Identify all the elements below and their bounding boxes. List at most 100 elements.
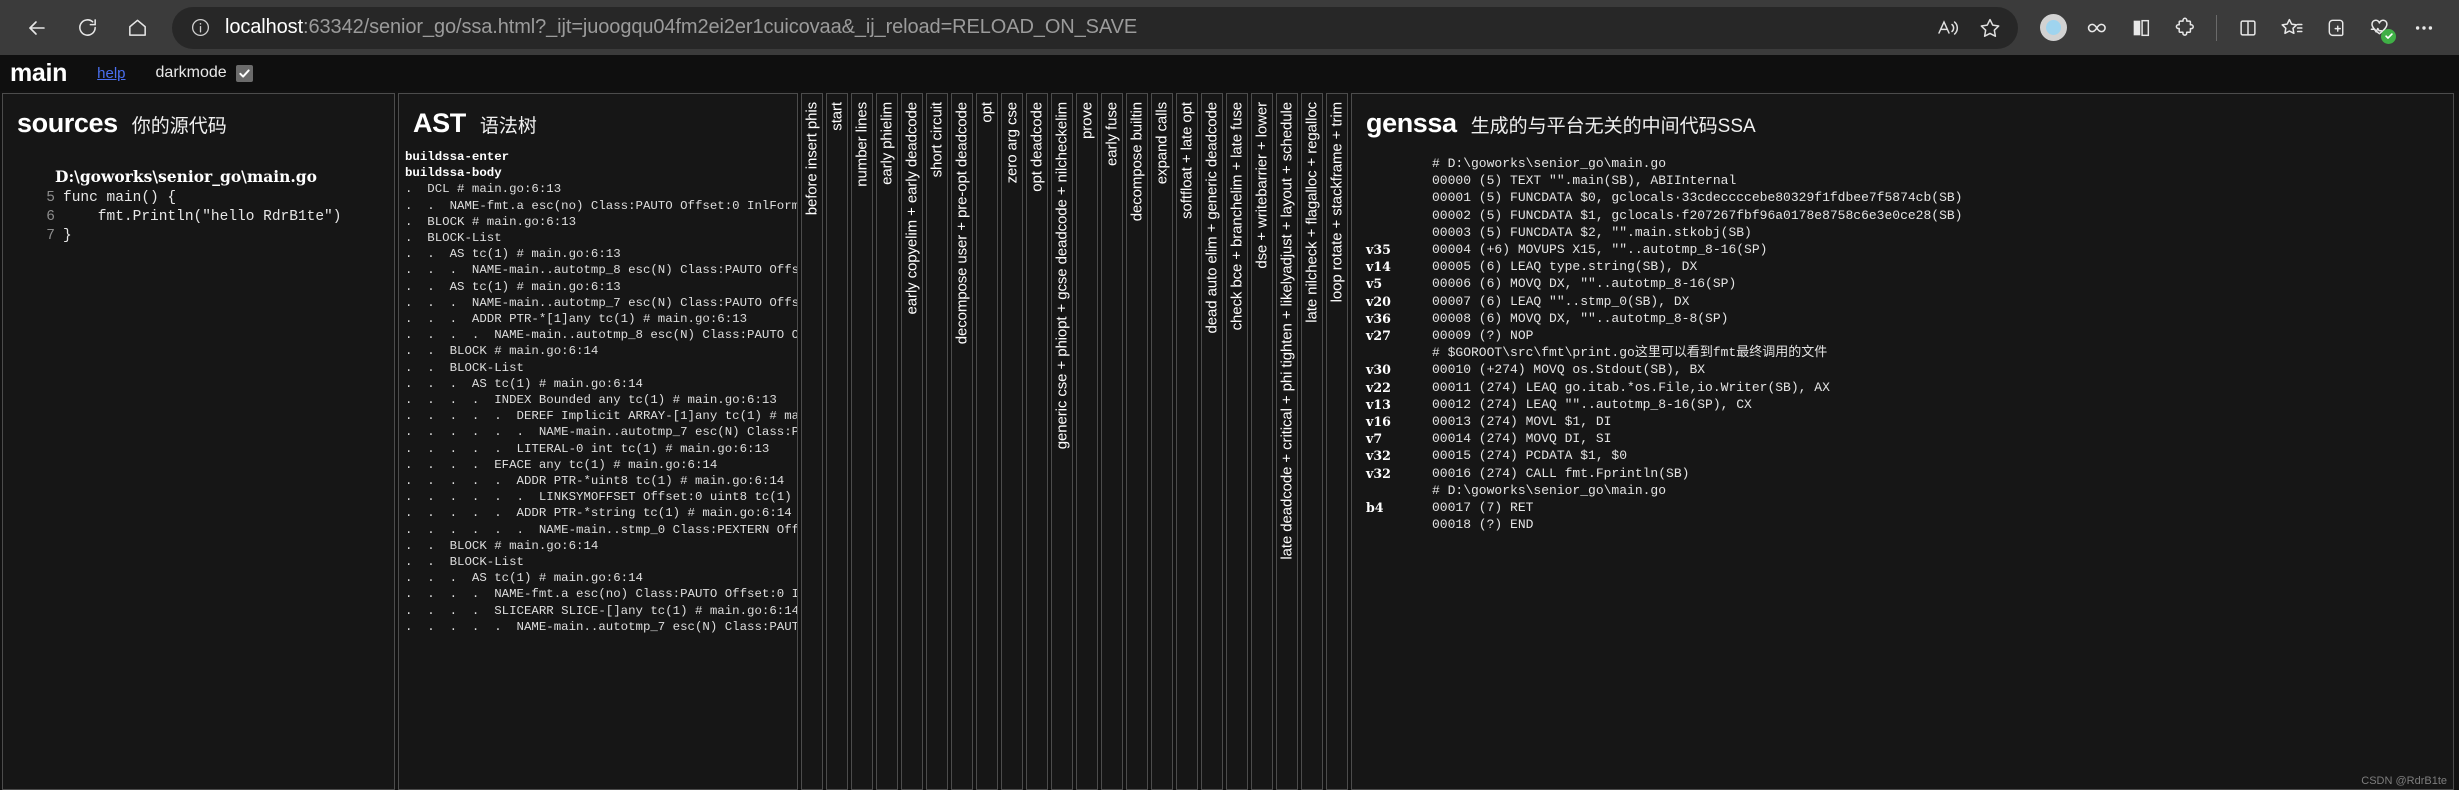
- pass-column[interactable]: zero arg cse: [1001, 93, 1023, 790]
- genssa-line: v27 00009 (?) NOP: [1366, 327, 2453, 344]
- darkmode-checkbox[interactable]: [235, 64, 253, 82]
- genssa-instruction: 00007 (6) LEAQ ""..stmp_0(SB), DX: [1432, 293, 1690, 309]
- genssa-instruction: # D:\goworks\senior_go\main.go: [1432, 156, 1667, 171]
- ast-line: . . BLOCK # main.go:6:14: [405, 344, 599, 359]
- pass-column-label: opt: [978, 102, 996, 123]
- genssa-instruction: 00004 (+6) MOVUPS X15, ""..autotmp_8-16(…: [1432, 242, 1768, 258]
- genssa-value-id: [1366, 155, 1432, 172]
- genssa-value-id: v14: [1366, 259, 1391, 275]
- genssa-title: genssa: [1366, 108, 1457, 138]
- darkmode-label: darkmode: [155, 64, 227, 81]
- line-code: func main() {: [63, 190, 177, 206]
- pass-column[interactable]: loop rotate + stackframe + trim: [1326, 93, 1348, 790]
- pass-column[interactable]: number lines: [851, 93, 873, 790]
- pass-column[interactable]: early fuse: [1101, 93, 1123, 790]
- pass-column[interactable]: late nilcheck + flagalloc + regalloc: [1301, 93, 1323, 790]
- url-host: localhost: [225, 16, 304, 38]
- url-text[interactable]: localhost:63342/senior_go/ssa.html?_ijt=…: [225, 16, 1928, 39]
- settings-more-icon[interactable]: [2403, 7, 2445, 49]
- ast-line: . . . . . ADDR PTR-*uint8 tc(1) # main.g…: [405, 474, 785, 489]
- genssa-instruction: 00009 (?) NOP: [1432, 328, 1534, 344]
- genssa-instruction: 00017 (7) RET: [1432, 500, 1534, 516]
- copilot-button[interactable]: [2032, 7, 2074, 49]
- home-button[interactable]: [114, 5, 160, 51]
- genssa-line: v14 00005 (6) LEAQ type.string(SB), DX: [1366, 258, 2453, 275]
- pass-column-label: late deadcode + critical + phi tighten +…: [1278, 102, 1296, 560]
- pass-column-label: zero arg cse: [1003, 102, 1021, 184]
- genssa-line: v5 00006 (6) MOVQ DX, ""..autotmp_8-16(SP…: [1366, 275, 2453, 292]
- collections-icon[interactable]: [2271, 7, 2313, 49]
- pass-column[interactable]: decompose builtin: [1126, 93, 1148, 790]
- pass-column-label: dse + writebarrier + lower: [1253, 102, 1271, 269]
- pass-column-label: early fuse: [1103, 102, 1121, 167]
- line-code: fmt.Println("hello RdrB1te"): [63, 209, 342, 225]
- favorite-star-icon[interactable]: [1970, 9, 2010, 47]
- genssa-instruction: 00005 (6) LEAQ type.string(SB), DX: [1432, 259, 1698, 275]
- genssa-value-id: v32: [1366, 448, 1391, 464]
- ast-line: . . AS tc(1) # main.go:6:13: [405, 247, 621, 262]
- ast-line: . . BLOCK-List: [405, 360, 524, 375]
- reload-button[interactable]: [64, 5, 110, 51]
- genssa-line: b4 00017 (7) RET: [1366, 499, 2453, 516]
- ast-line: buildssa-enter: [405, 150, 510, 164]
- help-link[interactable]: help: [97, 65, 125, 82]
- browser-essentials-icon[interactable]: [2359, 7, 2401, 49]
- sources-header: sources 你的源代码: [3, 94, 394, 145]
- genssa-line: # D:\goworks\senior_go\main.go: [1366, 482, 2453, 499]
- pass-column-label: opt deadcode: [1028, 102, 1046, 192]
- pass-column[interactable]: expand calls: [1151, 93, 1173, 790]
- genssa-instruction: 00000 (5) TEXT "".main(SB), ABIInternal: [1432, 173, 1737, 189]
- ast-line: . BLOCK-List: [405, 231, 502, 246]
- pass-column[interactable]: before insert phis: [801, 93, 823, 790]
- back-button[interactable]: [14, 5, 60, 51]
- pass-column-label: check bce + branchelim + late fuse: [1228, 102, 1246, 331]
- pass-column[interactable]: check bce + branchelim + late fuse: [1226, 93, 1248, 790]
- genssa-value-id: v27: [1366, 328, 1391, 344]
- toolbar-divider: [2216, 14, 2217, 41]
- browser-toolbar: localhost:63342/senior_go/ssa.html?_ijt=…: [0, 0, 2459, 55]
- pass-column-label: generic cse + phiopt + gcse deadcode + n…: [1053, 102, 1071, 450]
- genssa-value-id: v30: [1366, 362, 1391, 378]
- address-bar[interactable]: localhost:63342/senior_go/ssa.html?_ijt=…: [172, 6, 2018, 49]
- genssa-value-id: [1366, 172, 1432, 189]
- pass-column[interactable]: softfloat + late opt: [1176, 93, 1198, 790]
- pass-column[interactable]: prove: [1076, 93, 1098, 790]
- genssa-header: genssa 生成的与平台无关的中间代码SSA: [1352, 94, 2453, 145]
- genssa-code: # D:\goworks\senior_go\main.go 00000 (5) …: [1352, 155, 2453, 533]
- ast-line: . DCL # main.go:6:13: [405, 182, 562, 197]
- darkmode-toggle[interactable]: darkmode: [156, 64, 253, 82]
- genssa-instruction: 00015 (274) PCDATA $1, $0: [1432, 448, 1628, 464]
- pass-column[interactable]: dead auto elim + generic deadcode: [1201, 93, 1223, 790]
- vertical-tabs-icon[interactable]: [2227, 7, 2269, 49]
- pass-column[interactable]: generic cse + phiopt + gcse deadcode + n…: [1051, 93, 1073, 790]
- extensions-puzzle-icon[interactable]: [2164, 7, 2206, 49]
- genssa-value-id: [1366, 482, 1432, 499]
- pass-column[interactable]: start: [826, 93, 848, 790]
- pass-column-label: early phielim: [878, 102, 896, 185]
- read-aloud-icon[interactable]: [1928, 9, 1968, 47]
- genssa-instruction: 00018 (?) END: [1432, 517, 1534, 533]
- pass-column[interactable]: early copyelim + early deadcode: [901, 93, 923, 790]
- pass-column[interactable]: dse + writebarrier + lower: [1251, 93, 1273, 790]
- pass-column-label: late nilcheck + flagalloc + regalloc: [1303, 102, 1321, 323]
- add-to-icon[interactable]: [2315, 7, 2357, 49]
- pass-column[interactable]: decompose user + pre-opt deadcode: [951, 93, 973, 790]
- pass-column[interactable]: early phielim: [876, 93, 898, 790]
- ast-line: . . . . . . LINKSYMOFFSET Offset:0 uint8…: [405, 490, 792, 505]
- pass-column-label: decompose user + pre-opt deadcode: [953, 102, 971, 345]
- pass-columns: before insert phis start number lines early…: [801, 93, 1351, 790]
- genssa-instruction: 00013 (274) MOVL $1, DI: [1432, 414, 1612, 430]
- genssa-instruction: 00001 (5) FUNCDATA $0, gclocals·33cdeccc…: [1432, 190, 1963, 206]
- pass-column[interactable]: opt: [976, 93, 998, 790]
- genssa-value-id: [1366, 189, 1432, 206]
- pass-column[interactable]: late deadcode + critical + phi tighten +…: [1276, 93, 1298, 790]
- genssa-line: v32 00015 (274) PCDATA $1, $0: [1366, 447, 2453, 464]
- split-screen-icon[interactable]: [2120, 7, 2162, 49]
- genssa-value-id: v32: [1366, 465, 1391, 481]
- pass-column[interactable]: short circuit: [926, 93, 948, 790]
- site-info-icon[interactable]: [190, 17, 211, 38]
- browser-actions: [2032, 7, 2445, 49]
- pass-column[interactable]: opt deadcode: [1026, 93, 1048, 790]
- infinity-icon[interactable]: [2076, 7, 2118, 49]
- genssa-value-id: [1366, 207, 1432, 224]
